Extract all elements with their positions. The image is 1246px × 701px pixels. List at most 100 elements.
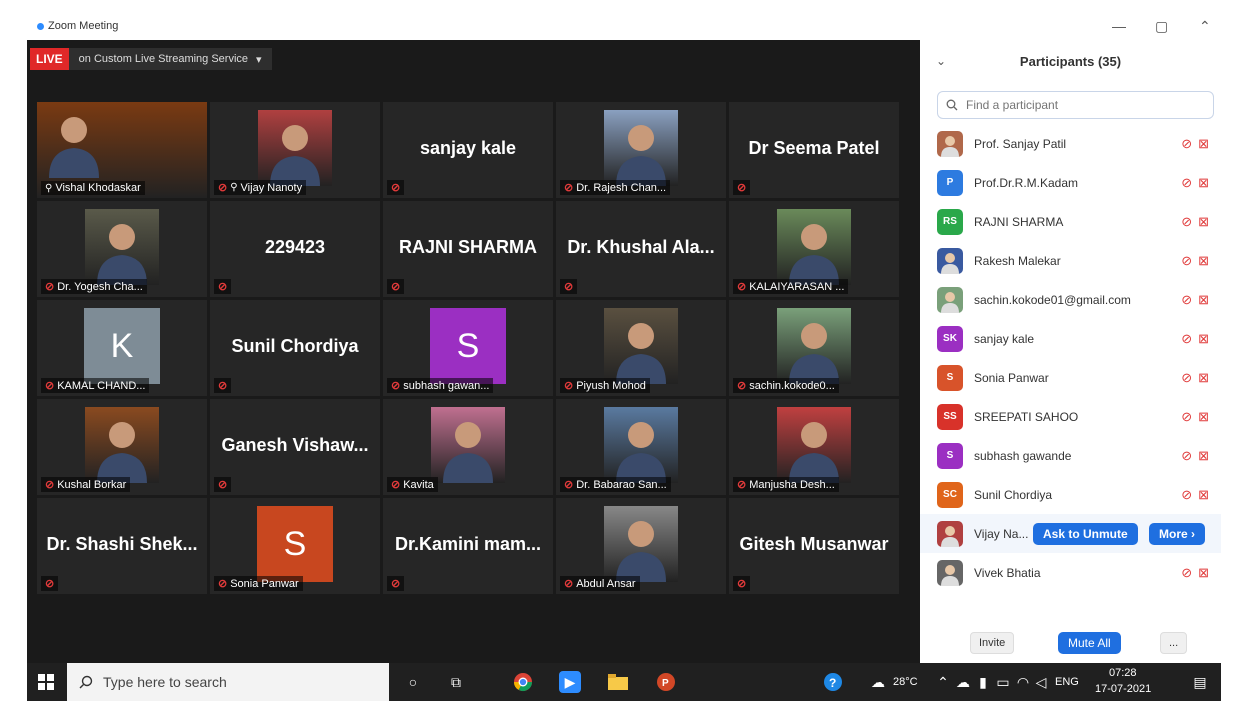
chevron-down-icon: ▾ xyxy=(256,53,262,66)
clock-time[interactable]: 07:28 xyxy=(1109,667,1137,679)
more-options-button[interactable]: ... xyxy=(1160,632,1188,654)
notification-icon[interactable]: ▤ xyxy=(1189,671,1211,693)
participant-row[interactable]: RS RAJNI SHARMA ⊘ ⊠ xyxy=(920,202,1221,241)
video-off-icon[interactable]: ⊠ xyxy=(1198,175,1209,191)
mic-muted-icon[interactable]: ⊘ xyxy=(1181,448,1192,464)
participant-name: Prof. Sanjay Patil xyxy=(974,136,1067,151)
video-tile[interactable]: ⚲ Vishal Khodaskar xyxy=(37,102,207,198)
participant-status-icons: ⊘ ⊠ xyxy=(1181,331,1209,347)
participant-row[interactable]: P Prof.Dr.R.M.Kadam ⊘ ⊠ xyxy=(920,163,1221,202)
video-tile[interactable]: ⊘ Kavita xyxy=(383,399,553,495)
video-tile[interactable]: ⊘ Abdul Ansar xyxy=(556,498,726,594)
video-tile[interactable]: Dr Seema Patel ⊘ xyxy=(729,102,899,198)
video-tile[interactable]: sanjay kale ⊘ xyxy=(383,102,553,198)
participant-row[interactable]: Prof. Sanjay Patil ⊘ ⊠ xyxy=(920,124,1221,163)
live-stream-bar[interactable]: LIVE on Custom Live Streaming Service ▾ xyxy=(30,48,272,70)
search-input[interactable] xyxy=(964,97,1198,113)
mic-muted-icon: ⊘ xyxy=(737,479,747,491)
live-stream-menu[interactable]: on Custom Live Streaming Service ▾ xyxy=(68,48,272,70)
mic-muted-icon[interactable]: ⊘ xyxy=(1181,136,1192,152)
participant-search[interactable] xyxy=(937,91,1214,119)
video-tile[interactable]: S ⊘ subhash gawan... xyxy=(383,300,553,396)
participant-row[interactable]: S Sonia Panwar ⊘ ⊠ xyxy=(920,358,1221,397)
video-off-icon[interactable]: ⊠ xyxy=(1198,331,1209,347)
mic-muted-icon[interactable]: ⊘ xyxy=(1181,175,1192,191)
battery-icon[interactable]: ▭ xyxy=(992,671,1014,693)
participant-row[interactable]: Vijay Na... Ask to Unmute More › xyxy=(920,514,1221,553)
video-tile[interactable]: Dr. Khushal Ala... ⊘ xyxy=(556,201,726,297)
participant-name: RAJNI SHARMA xyxy=(974,214,1064,229)
mic-muted-icon[interactable]: ⊘ xyxy=(1181,331,1192,347)
participant-display-name: Dr. Khushal Ala... xyxy=(567,237,715,257)
video-tile[interactable]: Gitesh Musanwar ⊘ xyxy=(729,498,899,594)
tile-name-label: ⊘ xyxy=(560,279,578,294)
mic-muted-icon[interactable]: ⊘ xyxy=(1181,565,1192,581)
video-off-icon[interactable]: ⊠ xyxy=(1198,136,1209,152)
video-tile[interactable]: 229423 ⊘ xyxy=(210,201,380,297)
chrome-icon[interactable] xyxy=(512,671,534,693)
participant-row[interactable]: Rakesh Malekar ⊘ ⊠ xyxy=(920,241,1221,280)
usb-icon[interactable]: ▮ xyxy=(972,671,994,693)
participant-row[interactable]: SK sanjay kale ⊘ ⊠ xyxy=(920,319,1221,358)
video-tile[interactable]: Sunil Chordiya ⊘ xyxy=(210,300,380,396)
speaker-icon[interactable]: ◁ xyxy=(1030,671,1052,693)
video-tile[interactable]: ⊘ Dr. Rajesh Chan... xyxy=(556,102,726,198)
restore-button[interactable]: ▢ xyxy=(1155,18,1168,35)
mic-muted-icon[interactable]: ⊘ xyxy=(1181,253,1192,269)
avatar: S xyxy=(257,506,333,582)
help-icon[interactable]: ? xyxy=(822,671,844,693)
video-tile[interactable]: ⊘ ⚲ Vijay Nanoty xyxy=(210,102,380,198)
cortana-icon[interactable]: ○ xyxy=(402,671,424,693)
video-off-icon[interactable]: ⊠ xyxy=(1198,448,1209,464)
mute-all-button[interactable]: Mute All xyxy=(1058,632,1121,654)
ask-to-unmute-button[interactable]: Ask to Unmute xyxy=(1033,522,1138,545)
windows-start-icon[interactable] xyxy=(35,671,57,693)
mic-muted-icon: ⊘ xyxy=(391,479,401,491)
video-tile[interactable]: ⊘ Piyush Mohod xyxy=(556,300,726,396)
participant-row[interactable]: SS SREEPATI SAHOO ⊘ ⊠ xyxy=(920,397,1221,436)
video-tile[interactable]: ⊘ KALAIYARASAN ... xyxy=(729,201,899,297)
video-off-icon[interactable]: ⊠ xyxy=(1198,292,1209,308)
mic-muted-icon[interactable]: ⊘ xyxy=(1181,292,1192,308)
more-button[interactable]: More › xyxy=(1149,522,1205,545)
video-tile[interactable]: ⊘ Dr. Yogesh Cha... xyxy=(37,201,207,297)
file-explorer-icon[interactable] xyxy=(607,671,629,693)
mic-muted-icon[interactable]: ⊘ xyxy=(1181,214,1192,230)
mic-muted-icon[interactable]: ⊘ xyxy=(1181,370,1192,386)
participant-row[interactable]: SC Sunil Chordiya ⊘ ⊠ xyxy=(920,475,1221,514)
video-tile[interactable]: Ganesh Vishaw... ⊘ xyxy=(210,399,380,495)
video-tile[interactable]: K ⊘ KAMAL CHAND... xyxy=(37,300,207,396)
minimize-button[interactable]: — xyxy=(1112,18,1126,34)
video-tile[interactable]: ⊘ Dr. Babarao San... xyxy=(556,399,726,495)
participant-row[interactable]: Vivek Bhatia ⊘ ⊠ xyxy=(920,553,1221,592)
video-tile[interactable]: Dr. Shashi Shek... ⊘ xyxy=(37,498,207,594)
video-off-icon[interactable]: ⊠ xyxy=(1198,565,1209,581)
mic-muted-icon[interactable]: ⊘ xyxy=(1181,409,1192,425)
collapse-button[interactable]: ⌃ xyxy=(1199,18,1211,35)
invite-button[interactable]: Invite xyxy=(970,632,1015,654)
language-indicator[interactable]: ENG xyxy=(1055,676,1079,688)
powerpoint-icon[interactable]: P xyxy=(655,671,677,693)
onedrive-icon[interactable]: ☁ xyxy=(952,671,974,693)
weather-cloud-icon[interactable]: ☁ xyxy=(867,671,889,693)
video-tile[interactable]: ⊘ sachin.kokode0... xyxy=(729,300,899,396)
video-tile[interactable]: S ⊘ Sonia Panwar xyxy=(210,498,380,594)
video-off-icon[interactable]: ⊠ xyxy=(1198,409,1209,425)
video-off-icon[interactable]: ⊠ xyxy=(1198,214,1209,230)
participant-row[interactable]: Ssubhash gawande ⊘ ⊠ xyxy=(920,436,1221,475)
video-tile[interactable]: ⊘ Kushal Borkar xyxy=(37,399,207,495)
clock-date[interactable]: 17-07-2021 xyxy=(1095,683,1151,695)
video-tile[interactable]: Dr.Kamini mam... ⊘ xyxy=(383,498,553,594)
taskbar-search[interactable]: Type here to search xyxy=(67,663,389,701)
video-off-icon[interactable]: ⊠ xyxy=(1198,253,1209,269)
mic-muted-icon: ⊘ xyxy=(564,479,574,491)
zoom-app-icon[interactable]: ▶ xyxy=(559,671,581,693)
video-tile[interactable]: ⊘ Manjusha Desh... xyxy=(729,399,899,495)
video-off-icon[interactable]: ⊠ xyxy=(1198,487,1209,503)
video-tile[interactable]: RAJNI SHARMA ⊘ xyxy=(383,201,553,297)
task-view-icon[interactable]: ⧉ xyxy=(445,671,467,693)
video-off-icon[interactable]: ⊠ xyxy=(1198,370,1209,386)
mic-muted-icon[interactable]: ⊘ xyxy=(1181,487,1192,503)
chevron-up-icon[interactable]: ⌃ xyxy=(932,671,954,693)
participant-row[interactable]: sachin.kokode01@gmail.com ⊘ ⊠ xyxy=(920,280,1221,319)
